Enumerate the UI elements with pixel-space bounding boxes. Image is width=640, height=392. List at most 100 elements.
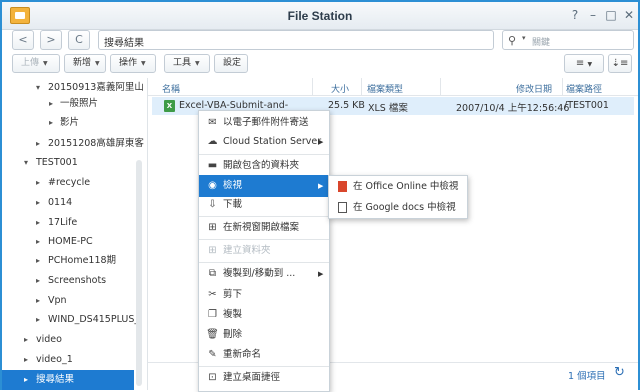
copy-move-icon: ⧉ [208,268,217,279]
tree-item-label: WIND_DS415PLUS_ [48,314,140,325]
menu-item-view-google-docs[interactable]: 在 Google docs 中檢視 [329,197,467,219]
upload-label: 上傳 [21,58,40,68]
tree-item-label: HOME-PC [48,236,93,247]
menu-item-download[interactable]: ⇩ 下載 [199,194,329,216]
back-button[interactable]: < [12,30,34,50]
tree-item[interactable]: ▸ PCHome118期 [2,251,147,271]
search-options-icon[interactable]: ▾ [522,34,526,42]
expand-toggle-icon[interactable]: ▸ [36,213,40,233]
tree-item[interactable]: ▸ HOME-PC [2,232,147,252]
menu-item-cloud-station[interactable]: ☁ Cloud Station Server ▶ [199,131,329,153]
sort-icon: ⇣≡ [611,58,629,69]
expand-toggle-icon[interactable]: ▸ [49,94,53,114]
file-type: XLS 檔案 [368,103,408,114]
column-header-name[interactable]: 名稱 [162,82,180,95]
column-divider[interactable] [361,78,362,96]
context-menu: ✉ 以電子郵件附件寄送 ☁ Cloud Station Server ▶ ▬ 開啟包含的… [198,110,330,392]
download-icon: ⇩ [208,199,217,210]
sort-button[interactable]: ⇣≡ [608,54,632,73]
expand-toggle-icon[interactable]: ▸ [24,350,28,370]
tree-item[interactable]: ▸ 0114 [2,193,147,213]
action-button[interactable]: 操作 ▼ [110,54,156,73]
sidebar-scrollbar[interactable] [136,160,142,386]
menu-item-label: 在 Office Online 中檢視 [353,181,459,192]
tree-item[interactable]: ▸ video [2,330,147,350]
window-title: File Station [287,9,353,23]
tree-item[interactable]: ▸ WIND_DS415PLUS_ [2,310,147,330]
refresh-icon[interactable]: ↻ [614,365,625,380]
menu-item-delete[interactable]: 🗑 刪除 [199,324,329,346]
tree-item[interactable]: ▸ video_1 [2,350,147,370]
expand-toggle-icon[interactable]: ▸ [24,370,28,390]
column-header-size[interactable]: 大小 [331,82,349,95]
refresh-button[interactable]: C [68,30,90,50]
menu-item-rename[interactable]: ✎ 重新命名 [199,344,329,366]
expand-toggle-icon[interactable]: ▸ [49,113,53,133]
column-header-modified[interactable]: 修改日期 [516,82,552,95]
tree-item-label: Vpn [48,295,67,306]
upload-button[interactable]: 上傳 ▼ [12,54,60,73]
column-header-type[interactable]: 檔案類型 [367,82,403,95]
column-divider[interactable] [440,78,441,96]
expand-toggle-icon[interactable]: ▸ [36,134,40,154]
tree-item[interactable]: ▸ Screenshots [2,271,147,291]
menu-item-label: 重新命名 [223,349,262,360]
tree-item-label: 20151208高雄屏東客 [48,138,144,149]
menu-item-open-new-window[interactable]: ⊞ 在新視窗開啟檔案 [199,217,329,239]
column-header-path[interactable]: 檔案路徑 [566,82,602,95]
tree-item-label: video_1 [36,354,73,365]
tree-item[interactable]: ▸ 影片 [2,113,147,133]
new-window-icon: ⊞ [208,222,217,233]
menu-item-copy[interactable]: ❐ 複製 [199,304,329,326]
tree-item-label: PCHome118期 [48,255,117,266]
minimize-icon[interactable]: – [586,8,600,22]
menu-item-label: 在 Google docs 中檢視 [353,202,456,213]
forward-button[interactable]: > [40,30,62,50]
maximize-icon[interactable]: □ [604,8,618,22]
menu-item-open-containing-folder[interactable]: ▬ 開啟包含的資料夾 [199,155,329,177]
shortcut-icon: ⊡ [208,372,217,383]
tree-item[interactable]: ▸ Vpn [2,291,147,311]
cloud-icon: ☁ [207,136,218,147]
tree-item-search-results[interactable]: ▸ 搜尋結果 [2,370,134,390]
help-icon[interactable]: ? [568,8,582,22]
search-input[interactable]: ⚲ ▾ 關鍵 [502,30,634,50]
tree-item[interactable]: ▸ 一般照片 [2,94,147,114]
column-divider[interactable] [562,78,563,96]
tree-item[interactable]: ▸ #recycle [2,173,147,193]
expand-toggle-icon[interactable]: ▸ [36,173,40,193]
expand-toggle-icon[interactable]: ▸ [36,271,40,291]
tree-item[interactable]: ▾ TEST001 [2,153,147,173]
menu-item-cut[interactable]: ✂ 剪下 [199,284,329,306]
menu-item-label: 剪下 [223,289,243,300]
tools-button[interactable]: 工具 ▼ [164,54,210,73]
expand-toggle-icon[interactable]: ▸ [36,291,40,311]
view-mode-button[interactable]: ≡ ▼ [564,54,604,73]
expand-toggle-icon[interactable]: ▸ [36,193,40,213]
tree-item[interactable]: ▸ 20151208高雄屏東客 [2,134,147,154]
create-button[interactable]: 新增 ▼ [64,54,106,73]
tree-item-label: video [36,334,62,345]
pencil-icon: ✎ [208,349,217,360]
menu-item-label: 在新視窗開啟檔案 [223,222,300,233]
settings-button[interactable]: 設定 [214,54,248,73]
menu-item-create-shortcut[interactable]: ⊡ 建立桌面捷徑 [199,367,329,389]
expand-toggle-icon[interactable]: ▸ [24,330,28,350]
path-field[interactable]: 搜尋結果 [98,30,494,50]
tree-item-label: 17Life [48,217,78,228]
menu-item-label: 複製 [223,309,243,320]
view-submenu: 在 Office Online 中檢視 在 Google docs 中檢視 [328,175,468,219]
expand-toggle-icon[interactable]: ▾ [24,153,28,173]
menu-item-copy-move-to[interactable]: ⧉ 複製到/移動到 ... ▶ [199,263,329,285]
expand-toggle-icon[interactable]: ▸ [36,310,40,330]
column-divider[interactable] [312,78,313,96]
tree-item[interactable]: ▸ 17Life [2,213,147,233]
menu-item-label: 複製到/移動到 ... [223,268,296,279]
menu-item-view-office-online[interactable]: 在 Office Online 中檢視 [329,176,467,198]
action-label: 操作 [119,58,138,68]
close-icon[interactable]: ✕ [622,8,636,22]
expand-toggle-icon[interactable]: ▸ [36,232,40,252]
chevron-right-icon: ▶ [318,138,324,146]
chevron-down-icon: ▼ [95,60,100,67]
expand-toggle-icon[interactable]: ▸ [36,251,40,271]
